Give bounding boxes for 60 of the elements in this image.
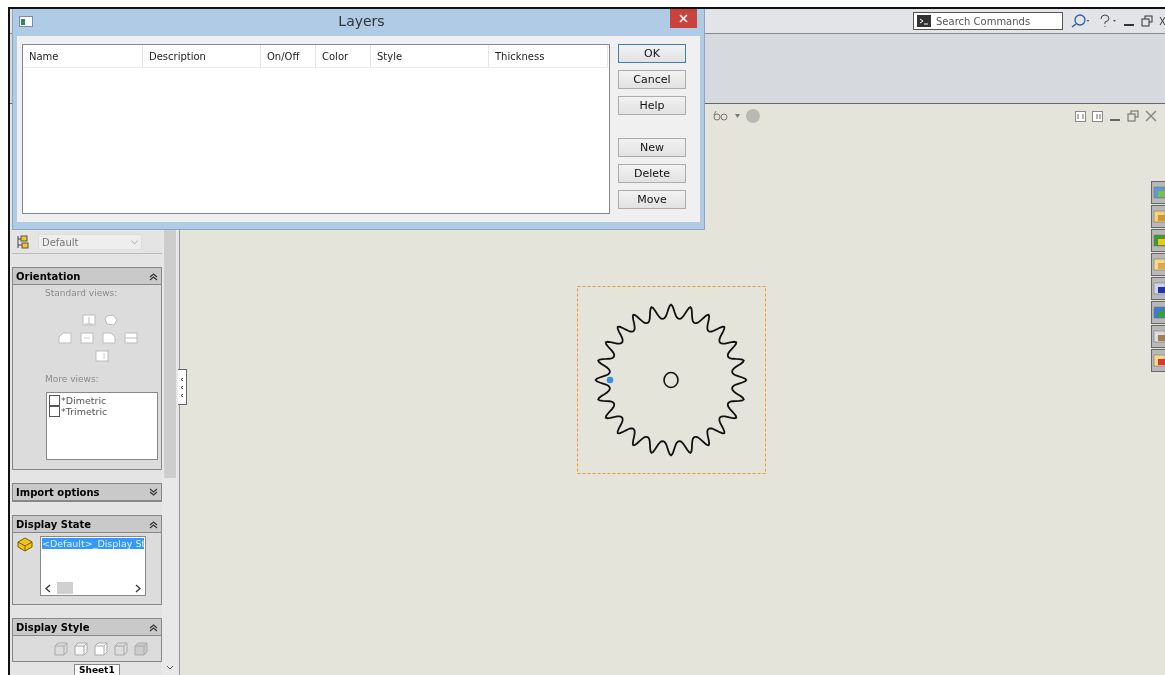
scroll-left-icon[interactable] — [45, 583, 51, 593]
column-header[interactable]: Name — [23, 45, 143, 67]
column-header[interactable]: Style — [371, 45, 489, 67]
view-name[interactable]: *Dimetric — [61, 395, 107, 406]
help-icon[interactable] — [1097, 14, 1117, 28]
display-style-icon[interactable] — [74, 642, 88, 656]
view-icon[interactable] — [102, 332, 116, 344]
search-field[interactable]: Search Commands — [913, 12, 1063, 30]
dialog-button[interactable]: Move — [618, 190, 686, 209]
layer-list[interactable]: Name Description On/Off Color Style Thickness — [22, 44, 610, 214]
dialog-button[interactable]: Delete — [618, 164, 686, 183]
dialog-button[interactable]: OK — [618, 44, 686, 63]
collapse-icon[interactable] — [149, 622, 158, 632]
close-icon[interactable] — [1159, 15, 1165, 27]
close-button[interactable] — [670, 9, 697, 28]
column-header[interactable]: Description — [143, 45, 261, 67]
scroll-down-icon[interactable] — [166, 665, 174, 671]
view-icon[interactable] — [58, 332, 72, 344]
restore-icon[interactable] — [1127, 110, 1139, 122]
tile-icon[interactable] — [1075, 110, 1086, 122]
view-name[interactable]: *Trimetric — [61, 406, 108, 417]
collapse-icon[interactable] — [149, 519, 158, 529]
window-icon — [19, 15, 33, 27]
checkbox[interactable] — [49, 395, 60, 406]
close-icon — [679, 13, 688, 23]
dialog-button[interactable]: Cancel — [618, 70, 686, 89]
column-header[interactable]: Thickness — [489, 45, 608, 67]
view-icon[interactable] — [104, 314, 118, 326]
restore-icon[interactable] — [1141, 15, 1153, 27]
terminal-icon — [917, 15, 931, 27]
glasses-icon[interactable] — [712, 110, 730, 122]
display-style-icon[interactable] — [94, 642, 108, 656]
column-header[interactable]: On/Off — [261, 45, 316, 67]
expand-icon[interactable] — [149, 487, 158, 497]
caret-icon[interactable] — [735, 114, 740, 118]
dialog-button[interactable]: New — [618, 138, 686, 157]
collapse-icon[interactable] — [149, 271, 158, 281]
scroll-thumb[interactable] — [57, 582, 73, 594]
caret-icon — [131, 239, 138, 245]
display-style-icon[interactable] — [114, 642, 128, 656]
display-state-icon — [16, 536, 34, 552]
dialog-title: Layers — [337, 13, 386, 29]
scroll-thumb[interactable] — [164, 230, 176, 478]
gear-drawing[interactable] — [594, 303, 748, 457]
scroll-right-icon[interactable] — [135, 583, 141, 593]
sketch-point[interactable] — [606, 376, 614, 384]
panel-collapse-handle[interactable] — [178, 369, 187, 405]
dialog-button[interactable]: Help — [618, 96, 686, 115]
dropdown-value: Default — [42, 236, 79, 248]
section-label: Standard views: — [44, 288, 119, 298]
configuration-icon — [16, 235, 30, 249]
column-header[interactable]: Color — [316, 45, 371, 67]
configuration-dropdown[interactable]: Default — [38, 234, 142, 250]
search-icon[interactable] — [1069, 14, 1091, 28]
checkbox[interactable] — [49, 406, 60, 417]
search-placeholder: Search Commands — [936, 15, 1031, 27]
section-label: More views: — [44, 374, 100, 384]
tile-icon[interactable] — [1092, 110, 1103, 122]
sheet-tab[interactable]: Sheet1 — [74, 664, 120, 675]
views-list[interactable]: *Dimetric *Trimetric — [46, 392, 158, 460]
